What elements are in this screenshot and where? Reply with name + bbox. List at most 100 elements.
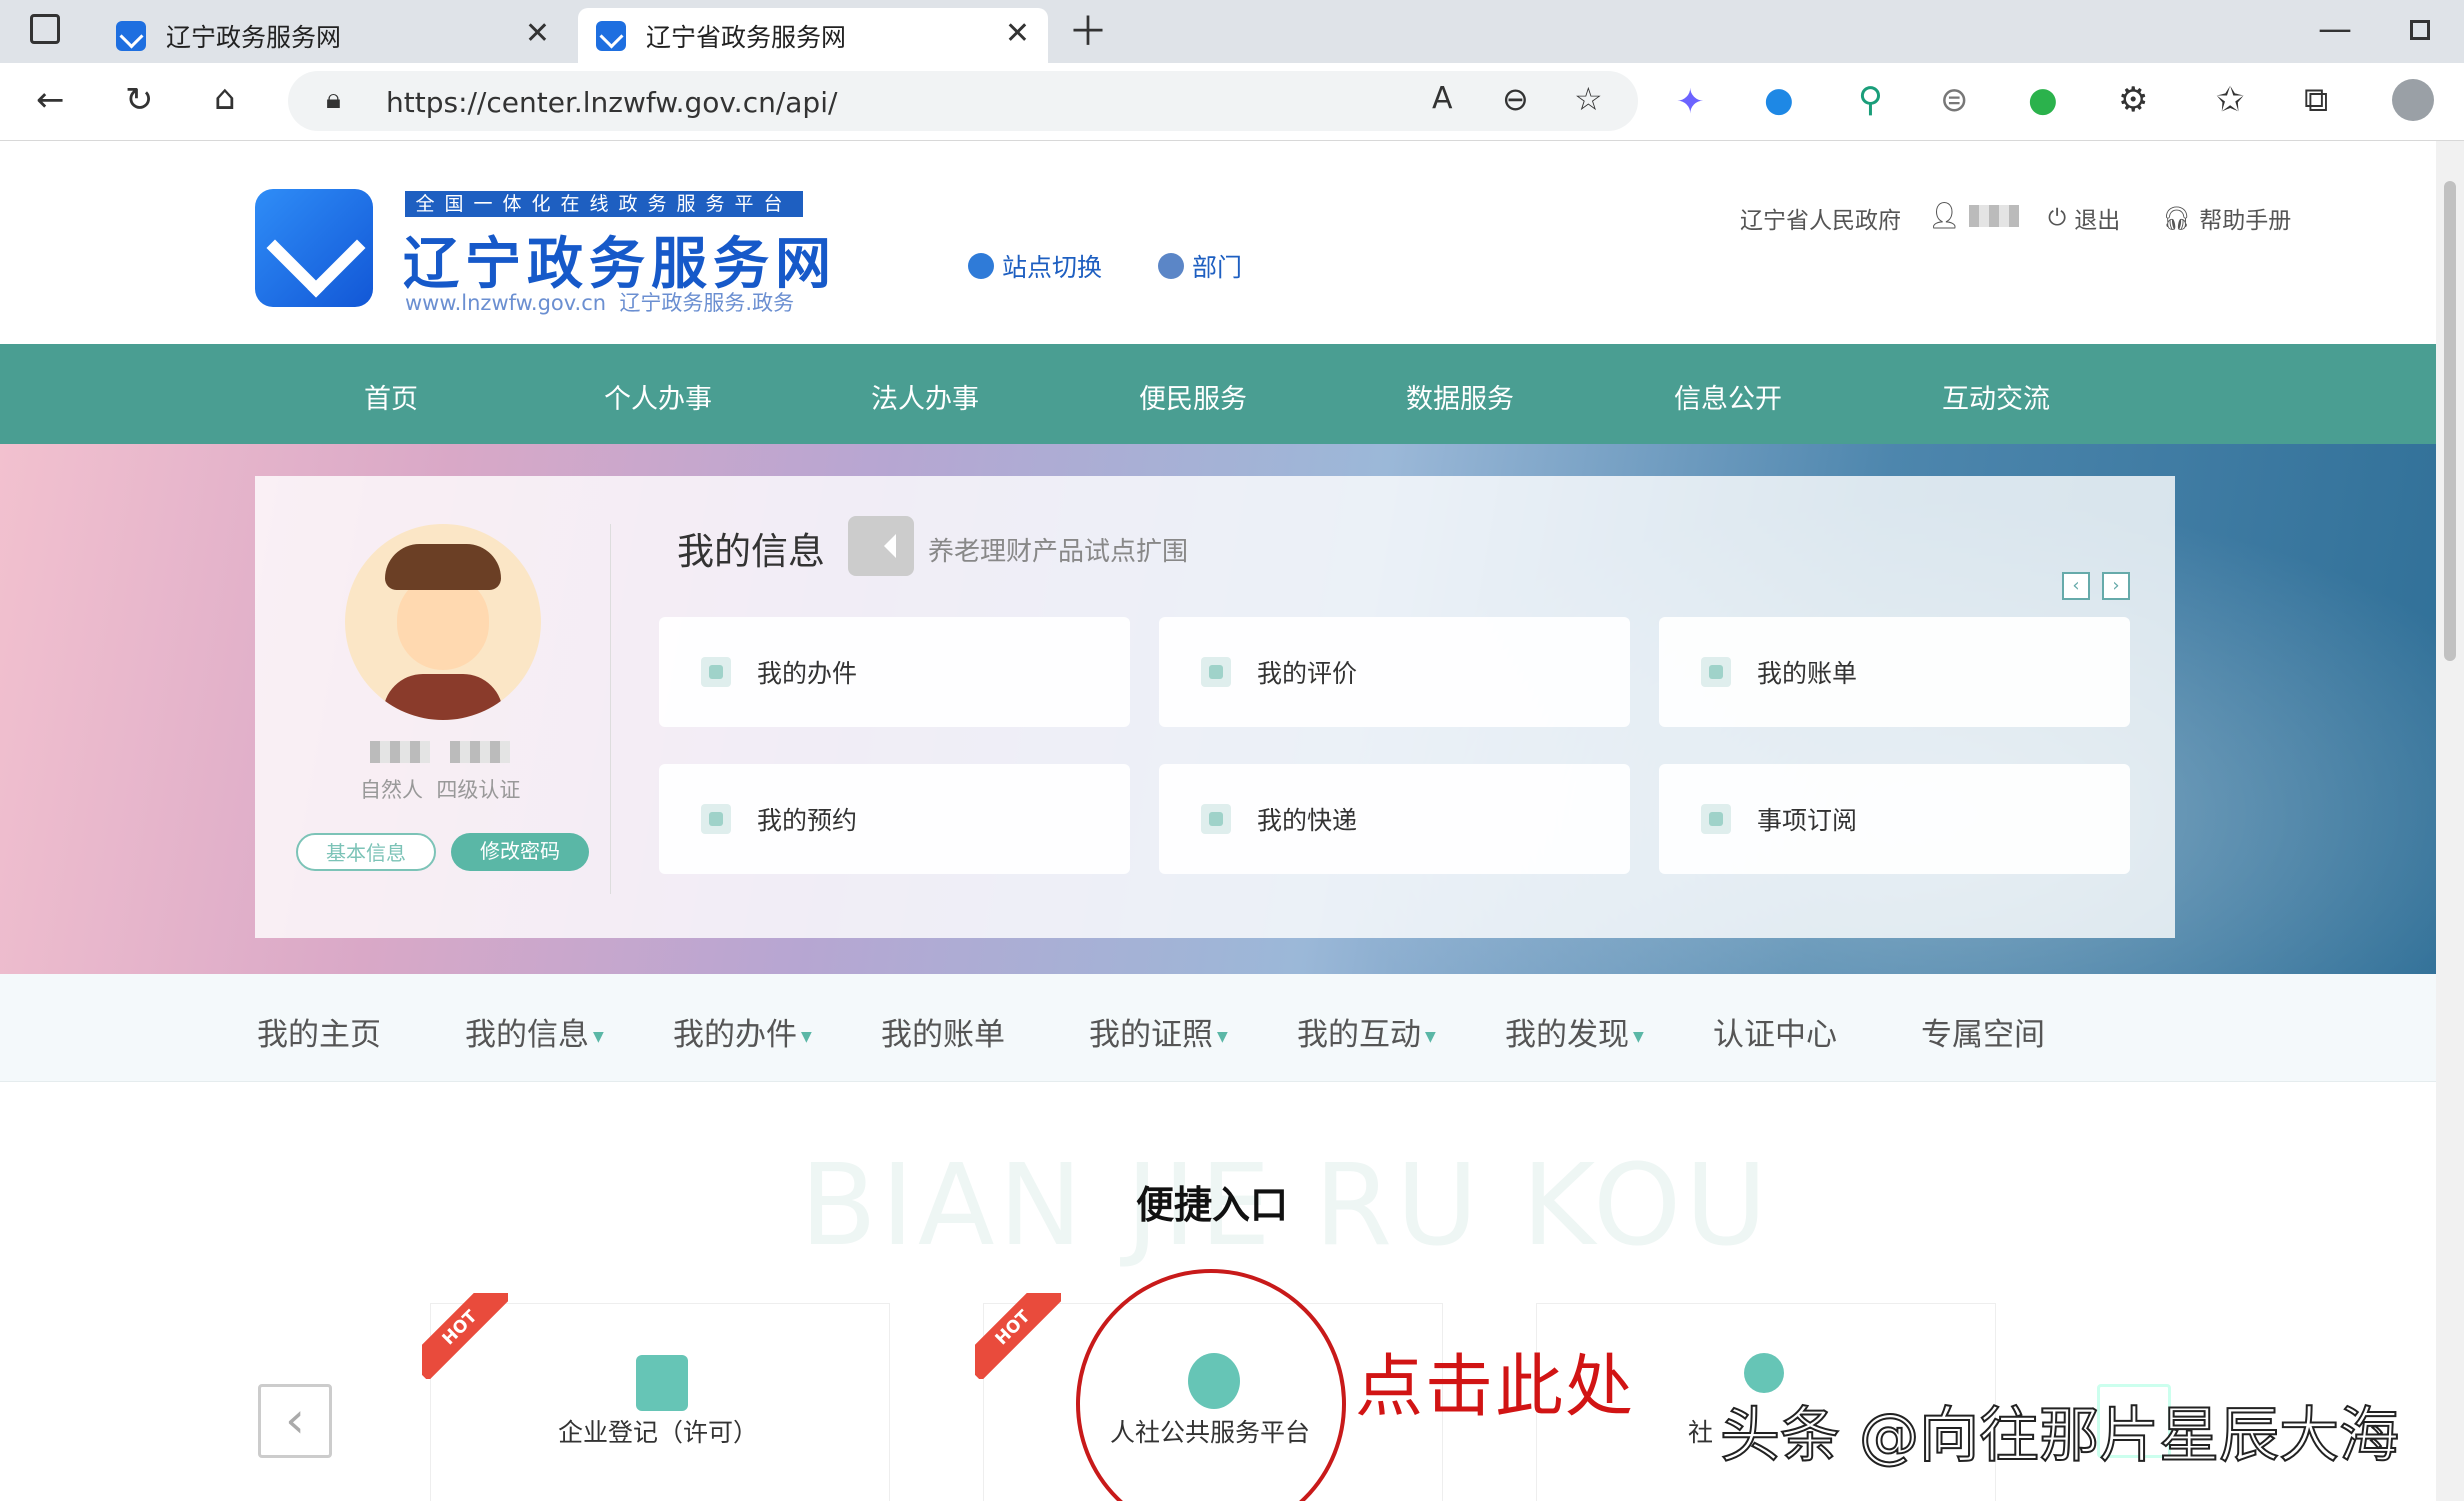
extension-5-icon[interactable]: ● (2028, 83, 2058, 117)
subnav-exclusive-space[interactable]: 专属空间 (1921, 1009, 2045, 1054)
prev-notice-button[interactable]: ‹ (2062, 572, 2090, 600)
restore-icon[interactable] (2410, 20, 2430, 40)
extensions-icon[interactable]: ⚙ (2118, 83, 2148, 117)
favorites-icon[interactable]: ✩ (2216, 83, 2245, 117)
subnav-my-interaction[interactable]: 我的互动 ▼ (1297, 1009, 1436, 1054)
next-notice-button[interactable]: › (2102, 572, 2130, 600)
zoom-out-icon[interactable]: ⊖ (1502, 83, 1529, 115)
carousel-prev-button[interactable]: ‹ (258, 1384, 332, 1458)
card-my-reviews[interactable]: 我的评价 (1159, 617, 1630, 727)
card-my-express[interactable]: 我的快递 (1159, 764, 1630, 874)
extension-3-icon[interactable]: ⚲ (1858, 83, 1883, 117)
close-tab-icon[interactable]: ✕ (1005, 16, 1030, 51)
tab-actions-icon[interactable] (30, 14, 60, 44)
nav-interaction[interactable]: 互动交流 (1942, 377, 2050, 416)
user-account[interactable]: 👤︎ (1928, 201, 2020, 231)
subnav-label: 我的主页 (257, 1017, 381, 1053)
collections-icon[interactable]: ⧉ (2304, 83, 2328, 117)
sub-nav: 我的主页 我的信息 ▼ 我的办件 ▼ 我的账单 我的证照 ▼ 我的互动 ▼ 我的发现 ▼ … (0, 974, 2436, 1082)
subnav-my-discovery[interactable]: 我的发现 ▼ (1505, 1009, 1644, 1054)
avatar-body (383, 674, 503, 720)
add-favorite-icon[interactable]: ☆ (1574, 83, 1603, 115)
notice-text[interactable]: 养老理财产品试点扩围 (928, 531, 1188, 568)
card-label: 我的办件 (757, 659, 858, 688)
user-icon: 👤︎ (1928, 201, 1962, 231)
home-icon[interactable]: ⌂ (214, 81, 236, 115)
quick-entry-title: 便捷入口 (1136, 1183, 1289, 1227)
page-scrollbar[interactable] (2436, 141, 2464, 1501)
extension-1-icon[interactable]: ✦ (1676, 85, 1705, 119)
back-icon[interactable]: ← (36, 83, 65, 117)
browser-tab-bar: 辽宁政务服务网 ✕ 辽宁省政务服务网 ✕ ＋ — (0, 0, 2464, 63)
speaker-icon (848, 516, 914, 576)
web-page: 全国一体化在线政务服务平台 辽宁政务服务网 www.lnzwfw.gov.cn … (0, 141, 2436, 1501)
help-label: 帮助手册 (2199, 208, 2292, 234)
logout-link[interactable]: ⏻ 退出 (2048, 201, 2120, 235)
logout-label: 退出 (2074, 208, 2121, 234)
tab-title: 辽宁政务服务网 (166, 22, 342, 52)
site-logo-icon[interactable] (255, 189, 373, 307)
refresh-icon[interactable]: ↻ (125, 83, 154, 117)
dropdown-caret-icon: ▼ (801, 1028, 812, 1045)
dropdown-caret-icon: ▼ (1217, 1028, 1228, 1045)
subnav-label: 我的发现 (1505, 1017, 1629, 1053)
card-my-cases[interactable]: 我的办件 (659, 617, 1130, 727)
subnav-label: 我的证照 (1089, 1017, 1213, 1053)
nav-personal-affairs[interactable]: 个人办事 (604, 377, 712, 416)
card-label: 我的账单 (1757, 659, 1858, 688)
hot-badge-icon (975, 1293, 1061, 1379)
avatar (345, 524, 541, 720)
card-my-appointments[interactable]: 我的预约 (659, 764, 1130, 874)
org-chart-icon (1158, 253, 1184, 279)
close-tab-icon[interactable]: ✕ (525, 16, 550, 51)
subnav-my-licenses[interactable]: 我的证照 ▼ (1089, 1009, 1228, 1054)
blurred-username (1969, 205, 2020, 227)
watermark: 头条 @向往那片星辰大海 (1719, 1400, 2400, 1472)
logout-icon: ⏻ (2048, 205, 2067, 231)
extension-4-icon[interactable]: ⊜ (1940, 83, 1969, 117)
department-link[interactable]: 部门 (1158, 248, 1242, 284)
change-password-button[interactable]: 修改密码 (451, 833, 589, 871)
subnav-auth-center[interactable]: 认证中心 (1713, 1009, 1837, 1054)
new-tab-icon[interactable]: ＋ (1068, 12, 1108, 52)
browser-tab-1[interactable]: 辽宁政务服务网 ✕ (98, 8, 568, 63)
gov-link-label: 辽宁省人民政府 (1740, 208, 1901, 234)
minimize-icon[interactable]: — (2318, 12, 2352, 46)
scrollbar-thumb[interactable] (2444, 181, 2456, 661)
user-level: 自然人 四级认证 (360, 774, 520, 804)
package-icon (1201, 804, 1231, 834)
help-link[interactable]: 🎧︎ 帮助手册 (2162, 201, 2291, 235)
read-aloud-icon[interactable]: A (1432, 84, 1453, 114)
cases-icon (701, 657, 731, 687)
browser-toolbar: ← ↻ ⌂ 🔒︎ https://center.lnzwfw.gov.cn/ap… (0, 63, 2464, 141)
subnav-my-bills[interactable]: 我的账单 (881, 1009, 1005, 1054)
subscribe-icon (1701, 804, 1731, 834)
address-bar[interactable]: 🔒︎ https://center.lnzwfw.gov.cn/api/ A ⊖… (288, 71, 1638, 131)
nav-home[interactable]: 首页 (364, 377, 418, 416)
subnav-my-cases[interactable]: 我的办件 ▼ (673, 1009, 812, 1054)
subnav-label: 我的互动 (1297, 1017, 1421, 1053)
extension-2-icon[interactable]: ● (1764, 83, 1794, 117)
site-favicon-icon (596, 20, 626, 51)
nav-data-service[interactable]: 数据服务 (1406, 377, 1514, 416)
headset-icon: 🎧︎ (2162, 205, 2192, 232)
main-nav: 首页 个人办事 法人办事 便民服务 数据服务 信息公开 互动交流 (0, 344, 2436, 444)
nav-corporate-affairs[interactable]: 法人办事 (871, 377, 979, 416)
subnav-label: 我的办件 (673, 1017, 797, 1053)
profile-icon[interactable] (2392, 79, 2434, 121)
browser-tab-2-active[interactable]: 辽宁省政务服务网 ✕ (578, 8, 1048, 63)
card-my-bills[interactable]: 我的账单 (1659, 617, 2130, 727)
blurred-name (370, 741, 430, 763)
subnav-my-info[interactable]: 我的信息 ▼ (465, 1009, 604, 1054)
subnav-home[interactable]: 我的主页 (257, 1009, 381, 1054)
quick-entry-label: 社 (1688, 1418, 1714, 1447)
gov-link[interactable]: 辽宁省人民政府 (1740, 201, 1901, 235)
avatar-hair (385, 544, 501, 590)
site-switch-link[interactable]: 站点切换 (968, 248, 1102, 284)
nav-info-public[interactable]: 信息公开 (1674, 377, 1782, 416)
basic-info-button[interactable]: 基本信息 (296, 833, 436, 871)
card-subscriptions[interactable]: 事项订阅 (1659, 764, 2130, 874)
site-url-cn: 辽宁政务服务.政务 (619, 291, 795, 315)
nav-convenience[interactable]: 便民服务 (1139, 377, 1247, 416)
card-label: 我的评价 (1257, 659, 1358, 688)
